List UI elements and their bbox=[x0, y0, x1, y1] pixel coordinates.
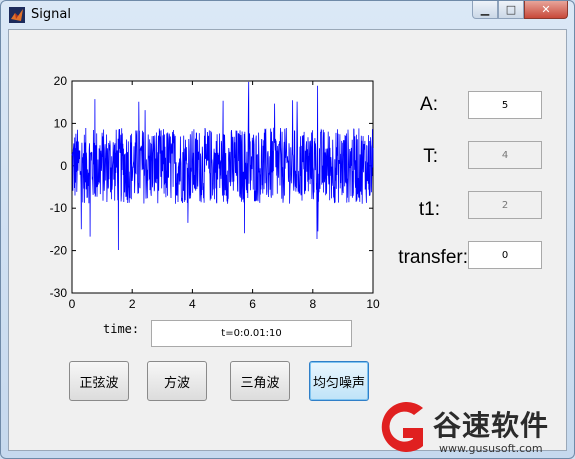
t1-field[interactable]: 2 bbox=[468, 191, 542, 219]
x-tick-label: 10 bbox=[366, 297, 380, 311]
x-tick-label: 6 bbox=[249, 297, 256, 311]
y-tick-label: -20 bbox=[50, 244, 68, 258]
x-tick-label: 0 bbox=[69, 297, 76, 311]
param-label-a: A: bbox=[420, 94, 438, 115]
y-tick-label: -30 bbox=[50, 286, 68, 300]
y-tick-label: -10 bbox=[50, 201, 68, 215]
x-tick-label: 2 bbox=[129, 297, 136, 311]
param-label-t: T: bbox=[423, 146, 438, 167]
watermark: 谷速软件 www.gususoft.com bbox=[373, 398, 573, 458]
y-tick-label: 20 bbox=[54, 74, 68, 88]
period-field[interactable]: 4 bbox=[468, 141, 542, 169]
x-tick-label: 4 bbox=[189, 297, 196, 311]
uniform-noise-button[interactable]: 均匀噪声 bbox=[309, 361, 369, 401]
triangle-wave-button[interactable]: 三角波 bbox=[230, 361, 290, 401]
watermark-url: www.gususoft.com bbox=[439, 442, 543, 455]
y-tick-label: 10 bbox=[54, 116, 68, 130]
time-field[interactable]: t=0:0.01:10 bbox=[151, 320, 352, 347]
square-wave-button[interactable]: 方波 bbox=[147, 361, 207, 401]
time-label: time: bbox=[103, 322, 140, 336]
amplitude-field[interactable]: 5 bbox=[468, 91, 542, 119]
y-tick-label: 0 bbox=[60, 159, 67, 173]
param-label-t1: t1: bbox=[418, 199, 440, 220]
sine-wave-button[interactable]: 正弦波 bbox=[69, 361, 129, 401]
x-tick-label: 8 bbox=[309, 297, 316, 311]
watermark-logo-icon bbox=[381, 402, 423, 452]
transfer-field[interactable]: 0 bbox=[468, 241, 542, 269]
param-label-transfer: transfer: bbox=[398, 247, 468, 268]
watermark-text: 谷速软件 bbox=[433, 409, 550, 442]
